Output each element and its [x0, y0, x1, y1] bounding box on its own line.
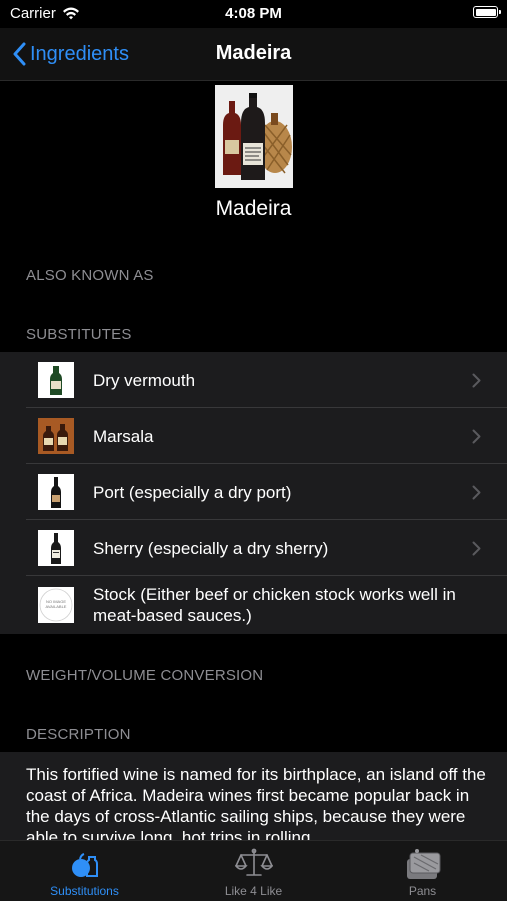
tab-like-4-like[interactable]: Like 4 Like — [169, 841, 338, 901]
section-header-weight-volume-conversion: WEIGHT/VOLUME CONVERSION — [26, 667, 264, 684]
description-text: This fortified wine is named for its bir… — [26, 765, 486, 840]
substitute-label: Stock (Either beef or chicken stock work… — [93, 585, 456, 625]
marsala-bottles-thumbnail — [38, 418, 74, 454]
list-item[interactable]: Marsala — [0, 408, 507, 464]
status-bar: Carrier 4:08 PM — [0, 0, 507, 28]
clock-label: 4:08 PM — [225, 5, 282, 22]
tab-label: Substitutions — [50, 884, 119, 898]
description-cell: This fortified wine is named for its bir… — [0, 752, 507, 840]
pans-icon — [403, 847, 443, 886]
no-image-thumbnail: NO IMAGE AVAILABLE — [38, 587, 74, 623]
substitute-label: Port (especially a dry port) — [93, 482, 292, 502]
tab-bar: Substitutions Like 4 Like Pans — [0, 840, 507, 901]
sherry-bottle-thumbnail — [38, 530, 74, 566]
list-item[interactable]: NO IMAGE AVAILABLE Stock (Either beef or… — [0, 576, 507, 634]
chevron-left-icon — [13, 42, 26, 66]
section-header-description: DESCRIPTION — [26, 726, 131, 743]
ingredient-name: Madeira — [215, 197, 292, 220]
chevron-right-icon — [472, 485, 481, 500]
back-button-label: Ingredients — [30, 42, 129, 65]
battery-icon — [473, 6, 501, 18]
tab-label: Pans — [408, 884, 437, 898]
section-header-substitutes: SUBSTITUTES — [26, 326, 132, 343]
tab-label: Like 4 Like — [224, 884, 283, 898]
substitutes-list: Dry vermouth Marsala Port (especially a … — [0, 352, 507, 634]
back-button[interactable]: Ingredients — [12, 38, 129, 70]
chevron-right-icon — [472, 373, 481, 388]
port-bottle-thumbnail — [38, 474, 74, 510]
substitute-label: Sherry (especially a dry sherry) — [93, 538, 329, 558]
section-header-also-known-as: ALSO KNOWN AS — [26, 267, 154, 284]
navigation-bar: Ingredients Madeira — [0, 28, 507, 81]
scale-icon — [233, 847, 274, 884]
list-item[interactable]: Sherry (especially a dry sherry) — [0, 520, 507, 576]
tab-pans[interactable]: Pans — [338, 841, 507, 901]
substitutions-icon — [69, 847, 101, 884]
tab-substitutions[interactable]: Substitutions — [0, 841, 169, 901]
vermouth-bottle-thumbnail — [38, 362, 74, 398]
no-image-text: NO IMAGE AVAILABLE — [45, 599, 67, 609]
list-item[interactable]: Dry vermouth — [0, 352, 507, 408]
chevron-right-icon — [472, 429, 481, 444]
substitute-label: Marsala — [93, 426, 154, 446]
madeira-bottles-image — [215, 85, 293, 188]
substitute-label: Dry vermouth — [93, 370, 196, 390]
chevron-right-icon — [472, 541, 481, 556]
list-item[interactable]: Port (especially a dry port) — [0, 464, 507, 520]
